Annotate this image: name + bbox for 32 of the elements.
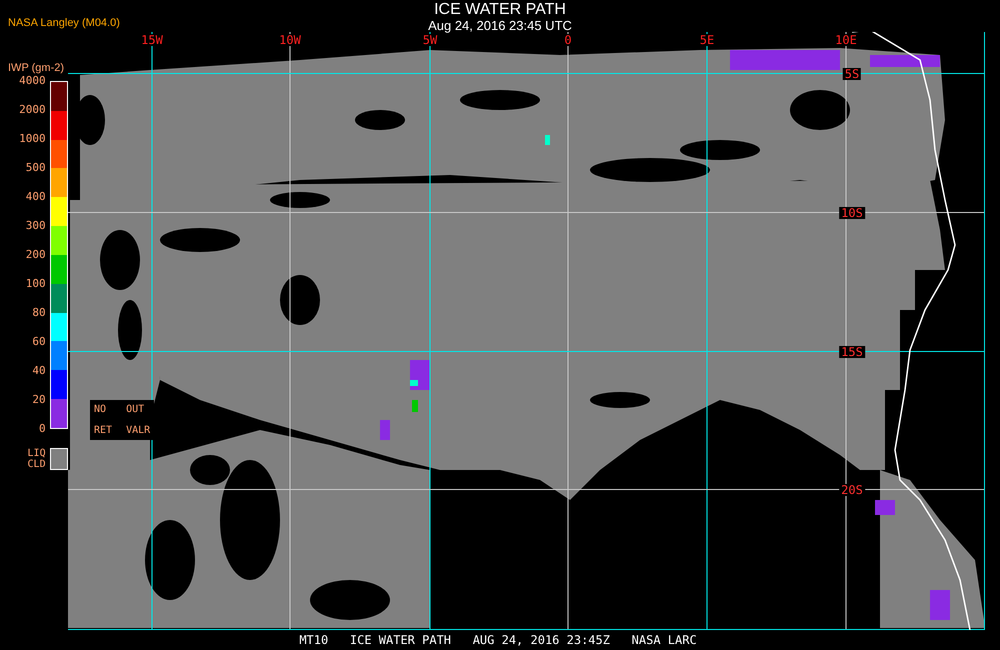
legend-tick-label: 20 [32,393,46,407]
liquid-cloud-swatch [50,448,68,470]
longitude-label: 0 [562,34,574,46]
legend-note: NO [94,404,108,415]
legend-tick-label: 4000 [19,74,46,88]
latitude-label: 20S [839,484,865,496]
legend-tick-label: 500 [26,161,46,175]
legend-note: OUT [126,404,146,415]
legend-tick-label: 80 [32,306,46,320]
legend-note: VALR [126,425,150,436]
liquid-cloud-label: LIQ [28,448,46,459]
liquid-cloud-label: CLD [28,459,46,470]
map-title: ICE WATER PATH [434,1,566,19]
latitude-label: 10S [839,207,865,219]
legend-title: IWP (gm-2) [7,61,66,74]
legend-tick-label: 300 [26,219,46,233]
legend-tick-label: 1000 [19,132,46,146]
longitude-label: 5E [698,34,716,46]
legend-tick-label: 60 [32,335,46,349]
legend-note: RET [94,425,112,436]
source-label: NASA Langley (M04.0) [8,17,120,29]
longitude-label: 5W [420,34,440,46]
legend-tick-label: 0 [38,422,46,436]
latitude-label: 5S [842,68,862,80]
legend-tick-label: 2000 [19,103,46,117]
legend-tick-label: 200 [26,248,46,262]
map-timestamp: Aug 24, 2016 23:45 UTC [428,19,572,33]
legend-tick-label: 100 [26,277,46,291]
legend-tick-label: 400 [26,190,46,204]
legend-tick-label: 40 [32,364,46,378]
footer-caption: MT10 ICE WATER PATH AUG 24, 2016 23:45Z NASA LARC [299,633,698,647]
latitude-label: 15S [839,346,865,358]
